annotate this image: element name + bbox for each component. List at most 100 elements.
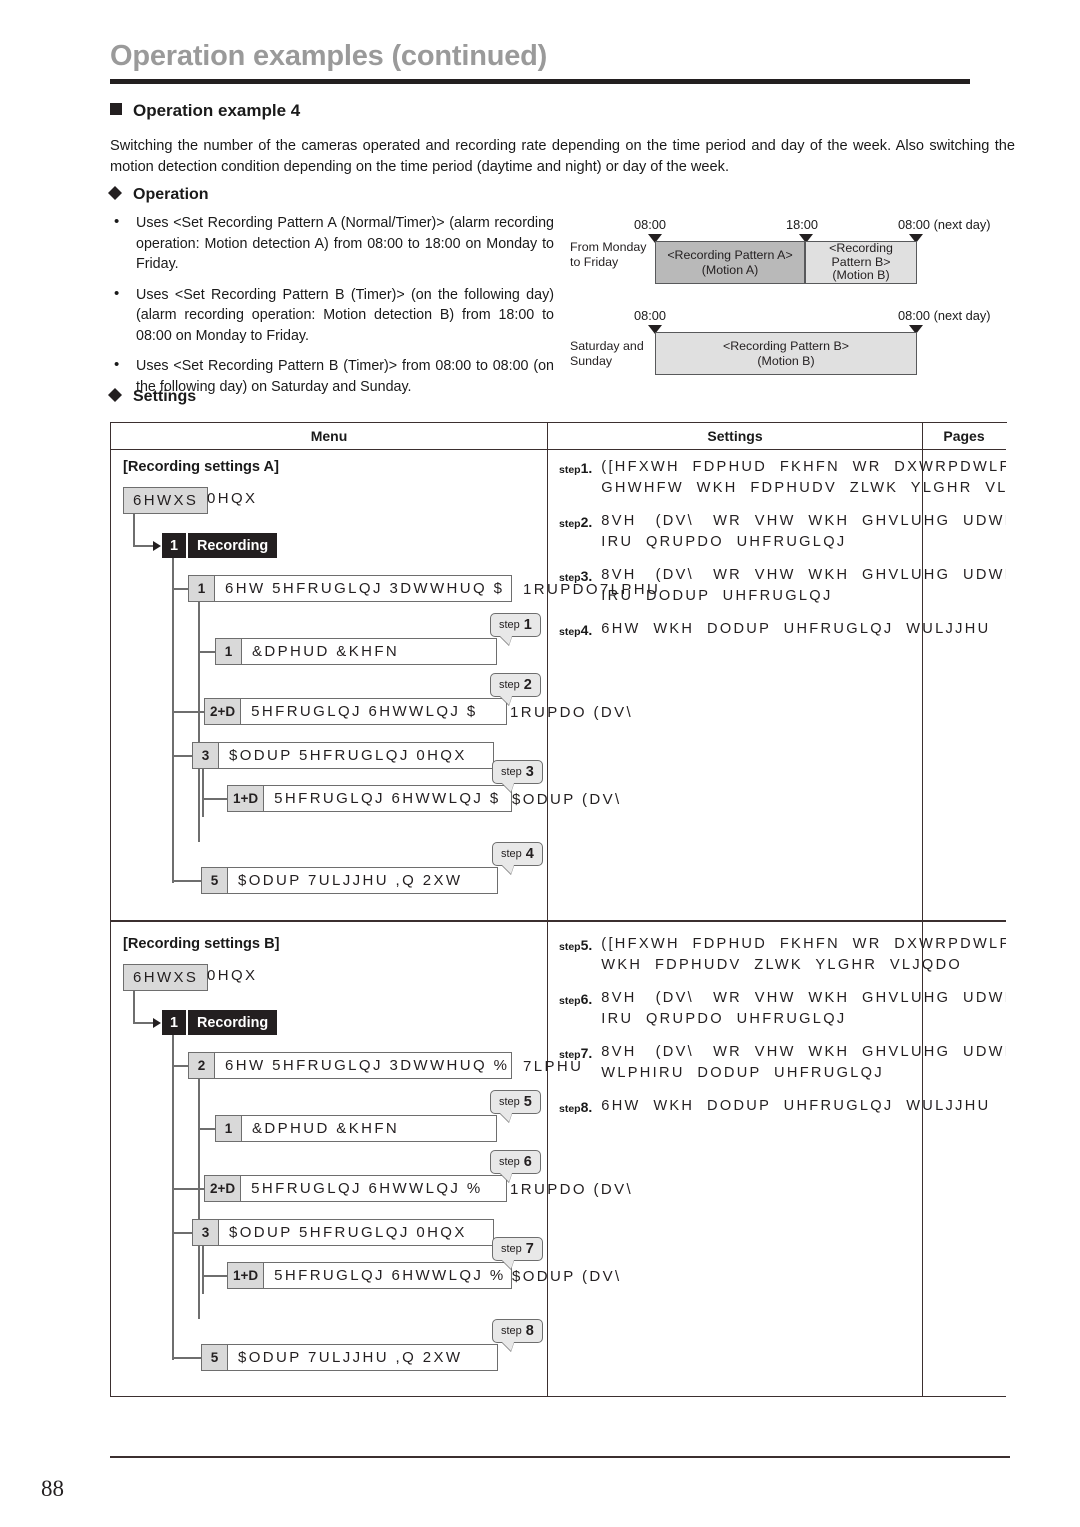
tree-node-recording: 1 Recording bbox=[162, 1010, 278, 1035]
settings-subheading: Settings bbox=[108, 388, 196, 406]
tree-node-label-overflow: 1RUPDO (DV\ bbox=[510, 1181, 634, 1198]
list-item-text: Uses <Set Recording Pattern B (Timer)> f… bbox=[136, 358, 554, 395]
tree-trunk bbox=[172, 1035, 174, 1360]
tree-node-number: 2+D bbox=[204, 1175, 242, 1202]
tree-subtrunk bbox=[198, 1079, 200, 1319]
tree-node-number: 1 bbox=[162, 533, 188, 558]
tree-subtrunk bbox=[198, 602, 200, 842]
settings-step: step6. 8VH (DV\ WR VHW WKH GHVLUHG UDWH … bbox=[559, 988, 1018, 1030]
settings-step: step4. 6HW WKH DODUP UHFRUGLQJ WULJJHU bbox=[559, 619, 990, 640]
timeline-segment-pattern-b: <Recording Pattern B> (Motion B) bbox=[655, 332, 917, 375]
list-item-text: Uses <Set Recording Pattern B (Timer)> (… bbox=[136, 286, 554, 344]
step-callout-word: step bbox=[501, 766, 522, 778]
step-callout: step 5 bbox=[490, 1090, 541, 1114]
tree-node-label: Recording bbox=[197, 1014, 269, 1031]
timeline-tick-label: 18:00 bbox=[786, 217, 819, 232]
block-title: [Recording settings B] bbox=[123, 936, 280, 952]
settings-step-number: step3. bbox=[559, 568, 593, 584]
table-row: 1 &DPHUD &KHFN bbox=[215, 638, 497, 665]
tree-connector bbox=[172, 711, 204, 713]
bullet-dot-icon: • bbox=[114, 213, 120, 230]
table-row: 3 $ODUP 5HFRUGLQJ 0HQX bbox=[192, 1219, 494, 1246]
list-item-text: Uses <Set Recording Pattern A (Normal/Ti… bbox=[136, 215, 554, 272]
timeline-tick-label: 08:00 bbox=[634, 308, 667, 323]
tree-arrow-icon bbox=[153, 541, 161, 551]
timeline-day-label: Saturday and Sunday bbox=[570, 339, 644, 368]
tree-subtrunk bbox=[202, 769, 204, 817]
tree-node-label: $ODUP 7ULJJHU ,Q 2XW bbox=[228, 867, 498, 894]
setup-chip: 6HWXS bbox=[123, 487, 209, 514]
operation-bullet-list: • Uses <Set Recording Pattern A (Normal/… bbox=[104, 213, 554, 407]
operation-example-heading: Operation example 4 bbox=[110, 101, 300, 121]
timeline-tick-label: 08:00 bbox=[634, 217, 667, 232]
tree-node-number: 3 bbox=[192, 742, 219, 769]
tree-node-number: 1 bbox=[215, 638, 242, 665]
settings-step-number: step2. bbox=[559, 514, 593, 530]
table-row: 5 $ODUP 7ULJJHU ,Q 2XW bbox=[201, 867, 498, 894]
table-row: 1 6HW 5HFRUGLQJ 3DWWHUQ $ bbox=[188, 575, 512, 602]
table-row: 3 $ODUP 5HFRUGLQJ 0HQX bbox=[192, 742, 494, 769]
step-callout-word: step bbox=[501, 1325, 522, 1337]
step-callout: step 7 bbox=[492, 1237, 543, 1261]
diamond-bullet-icon bbox=[108, 179, 122, 200]
step-callout: step 6 bbox=[490, 1150, 541, 1174]
tree-connector bbox=[172, 1065, 188, 1067]
tree-node-label: 5HFRUGLQJ 6HWWLQJ % bbox=[241, 1175, 508, 1202]
settings-step-text: 8VH (DV\ WR VHW WKH GHVLUHG UDWH WLPHIRU… bbox=[601, 1044, 1018, 1081]
settings-step-number: step5. bbox=[559, 937, 593, 953]
settings-step-text: 8VH (DV\ WR VHW WKH GHVLUHG UDWH IRU QRU… bbox=[601, 990, 1018, 1027]
settings-step: step5. ([HFXWH FDPHUD FKHFN WR DXWRPDWLF… bbox=[559, 934, 1057, 976]
tree-connector bbox=[172, 588, 188, 590]
operation-subheading: Operation bbox=[108, 186, 209, 204]
settings-step-text: 6HW WKH DODUP UHFRUGLQJ WULJJHU bbox=[601, 621, 991, 637]
tree-subtrunk bbox=[202, 1246, 204, 1294]
settings-step: step1. ([HFXWH FDPHUD FKHFN WR DXWRPDWLF… bbox=[559, 457, 1057, 499]
tree-node-number: 1 bbox=[188, 575, 215, 602]
overflow-mask bbox=[1006, 423, 1066, 1398]
tree-node-label: &DPHUD &KHFN bbox=[242, 1115, 497, 1142]
step-callout-word: step bbox=[499, 619, 520, 631]
tree-node-number: 5 bbox=[201, 867, 228, 894]
bullet-dot-icon: • bbox=[114, 284, 120, 302]
block-title: [Recording settings A] bbox=[123, 459, 279, 475]
timeline-day-label: From Monday to Friday bbox=[570, 240, 647, 269]
list-item: • Uses <Set Recording Pattern B (Timer)>… bbox=[104, 285, 554, 347]
document-page: Operation examples (continued) Operation… bbox=[0, 0, 1080, 1527]
settings-step-text: 8VH (DV\ WR VHW WKH GHVLUHG UDWH IRU QRU… bbox=[601, 513, 1018, 550]
step-callout-number: 8 bbox=[525, 1323, 534, 1339]
tree-node-label: 5HFRUGLQJ 6HWWLQJ $ bbox=[264, 785, 513, 812]
tree-node-label: 5HFRUGLQJ 6HWWLQJ $ bbox=[241, 698, 508, 725]
tree-node-number: 1 bbox=[215, 1115, 242, 1142]
tree-connector bbox=[202, 1275, 227, 1277]
tree-connector bbox=[172, 1357, 201, 1359]
table-row: 2 6HW 5HFRUGLQJ 3DWWHUQ % bbox=[188, 1052, 512, 1079]
tree-node-label: $ODUP 5HFRUGLQJ 0HQX bbox=[219, 1219, 494, 1246]
table-header-row: Menu Settings Pages bbox=[111, 423, 1006, 450]
column-header-settings: Settings bbox=[707, 428, 763, 444]
step-callout-word: step bbox=[501, 1243, 522, 1255]
step-callout: step 2 bbox=[490, 673, 541, 697]
step-callout-number: 3 bbox=[525, 764, 534, 780]
operation-example-heading-label: Operation example 4 bbox=[133, 101, 301, 120]
tree-node-number: 1+D bbox=[227, 785, 265, 812]
setup-chip-tail-label: 0HQX bbox=[207, 490, 258, 507]
square-bullet-icon bbox=[110, 103, 122, 115]
tree-node-label: 6HW 5HFRUGLQJ 3DWWHUQ $ bbox=[215, 575, 512, 602]
tree-connector bbox=[202, 798, 227, 800]
timeline-segment-pattern-b: <Recording Pattern B> (Motion B) bbox=[805, 241, 917, 284]
step-callout-number: 1 bbox=[523, 617, 532, 633]
tree-arrow-icon bbox=[153, 1018, 161, 1028]
step-callout-number: 4 bbox=[525, 846, 534, 862]
tree-connector bbox=[133, 514, 135, 546]
settings-step-text: ([HFXWH FDPHUD FKHFN WR DXWRPDWLFDOO\ WK… bbox=[601, 936, 1058, 973]
tree-node-label: 5HFRUGLQJ 6HWWLQJ % bbox=[264, 1262, 513, 1289]
settings-step: step3. 8VH (DV\ WR VHW WKH GHVLUHG UDWH … bbox=[559, 565, 1018, 607]
tree-node-label-overflow: 1RUPDO (DV\ bbox=[510, 704, 634, 721]
footer-rule bbox=[110, 1456, 1010, 1458]
table-row: 2+D 5HFRUGLQJ 6HWWLQJ % bbox=[204, 1175, 508, 1202]
settings-step-number: step6. bbox=[559, 991, 593, 1007]
table-row: 1 &DPHUD &KHFN bbox=[215, 1115, 497, 1142]
timeline-tick-label: 08:00 (next day) bbox=[898, 217, 991, 232]
diamond-bullet-icon bbox=[108, 381, 122, 402]
tree-node-number: 2+D bbox=[204, 698, 242, 725]
